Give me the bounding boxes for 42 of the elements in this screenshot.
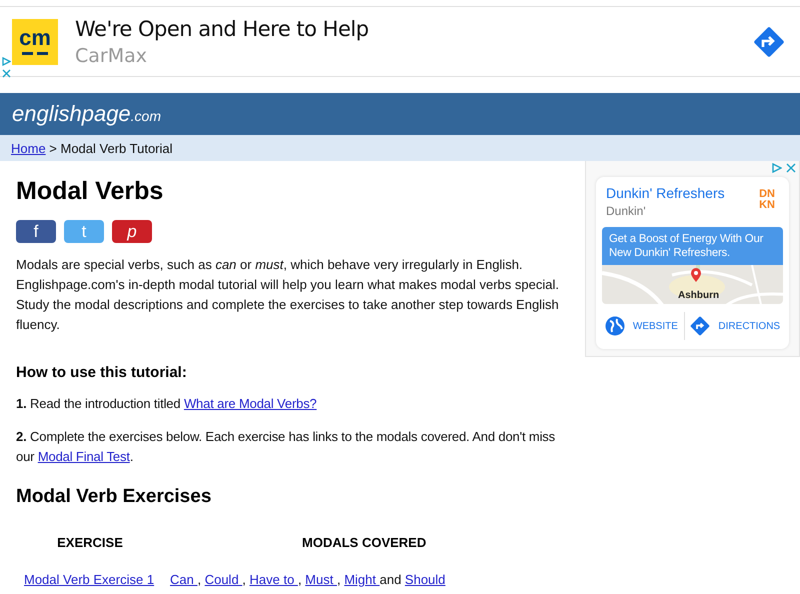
separator-text: ,: [197, 572, 202, 587]
ad-headline[interactable]: We're Open and Here to Help: [75, 16, 751, 40]
intro-paragraph: Modals are special verbs, such as can or must, which behave very irregularly in English. Englishpage.com's in-depth modal tutorial will help you learn what makes modal verbs special. Study the modal descriptions and complete the exercises to take another step towards English fluency.: [16, 256, 560, 334]
separator-text: ,: [242, 572, 247, 587]
map-pin-icon: [690, 267, 702, 283]
ad-advertiser: Dunkin': [606, 204, 647, 218]
modal-link[interactable]: Could: [204, 572, 242, 587]
separator-text: ,: [298, 572, 303, 587]
text-link[interactable]: What are Modal Verbs?: [184, 396, 317, 411]
map-label: Ashburn: [678, 290, 720, 301]
separator-text: ,: [336, 572, 342, 587]
exercise-link[interactable]: Modal Verb Exercise 1: [24, 572, 154, 587]
modal-link[interactable]: Can: [170, 572, 198, 587]
modal-link[interactable]: Might: [344, 572, 380, 587]
brand-logo: DN KN: [759, 189, 775, 213]
separator-text: and: [380, 572, 402, 587]
ad-advertiser: CarMax: [75, 44, 148, 66]
pinterest-button[interactable]: p: [112, 220, 152, 243]
column-header: EXERCISE: [56, 534, 124, 552]
page-title: Modal Verbs: [16, 177, 164, 206]
modal-link[interactable]: Have to: [250, 572, 298, 587]
brand-logo: cm: [12, 18, 58, 64]
website-button[interactable]: WEBSITE: [604, 316, 678, 336]
breadcrumb-link[interactable]: Home: [11, 140, 46, 156]
modal-link[interactable]: Must: [305, 572, 337, 587]
step-text: 1. Read the introduction titled What are Modal Verbs?: [16, 395, 318, 413]
modal-link[interactable]: Should: [404, 572, 446, 587]
breadcrumb-text: > Modal Verb Tutorial: [48, 140, 173, 156]
step-text: 2. Complete the exercises below. Each exercise has links to the modals covered. And don't miss our Modal Final Test.: [16, 428, 556, 466]
ad-headline[interactable]: Dunkin' Refreshers: [606, 185, 725, 201]
section-heading: Modal Verb Exercises: [16, 486, 212, 508]
facebook-button[interactable]: f: [16, 220, 56, 243]
close-icon: [786, 163, 796, 173]
globe-icon: [604, 316, 625, 336]
text-link[interactable]: Modal Final Test: [38, 449, 130, 464]
column-header: MODALS COVERED: [301, 534, 428, 552]
ad-choices-icon: [2, 57, 11, 66]
section-heading: How to use this tutorial:: [16, 364, 188, 381]
site-logo[interactable]: englishpage.com: [12, 101, 162, 127]
ad-choices-icon: [772, 163, 782, 173]
directions-button[interactable]: DIRECTIONS: [690, 316, 780, 336]
close-icon: [2, 69, 11, 78]
